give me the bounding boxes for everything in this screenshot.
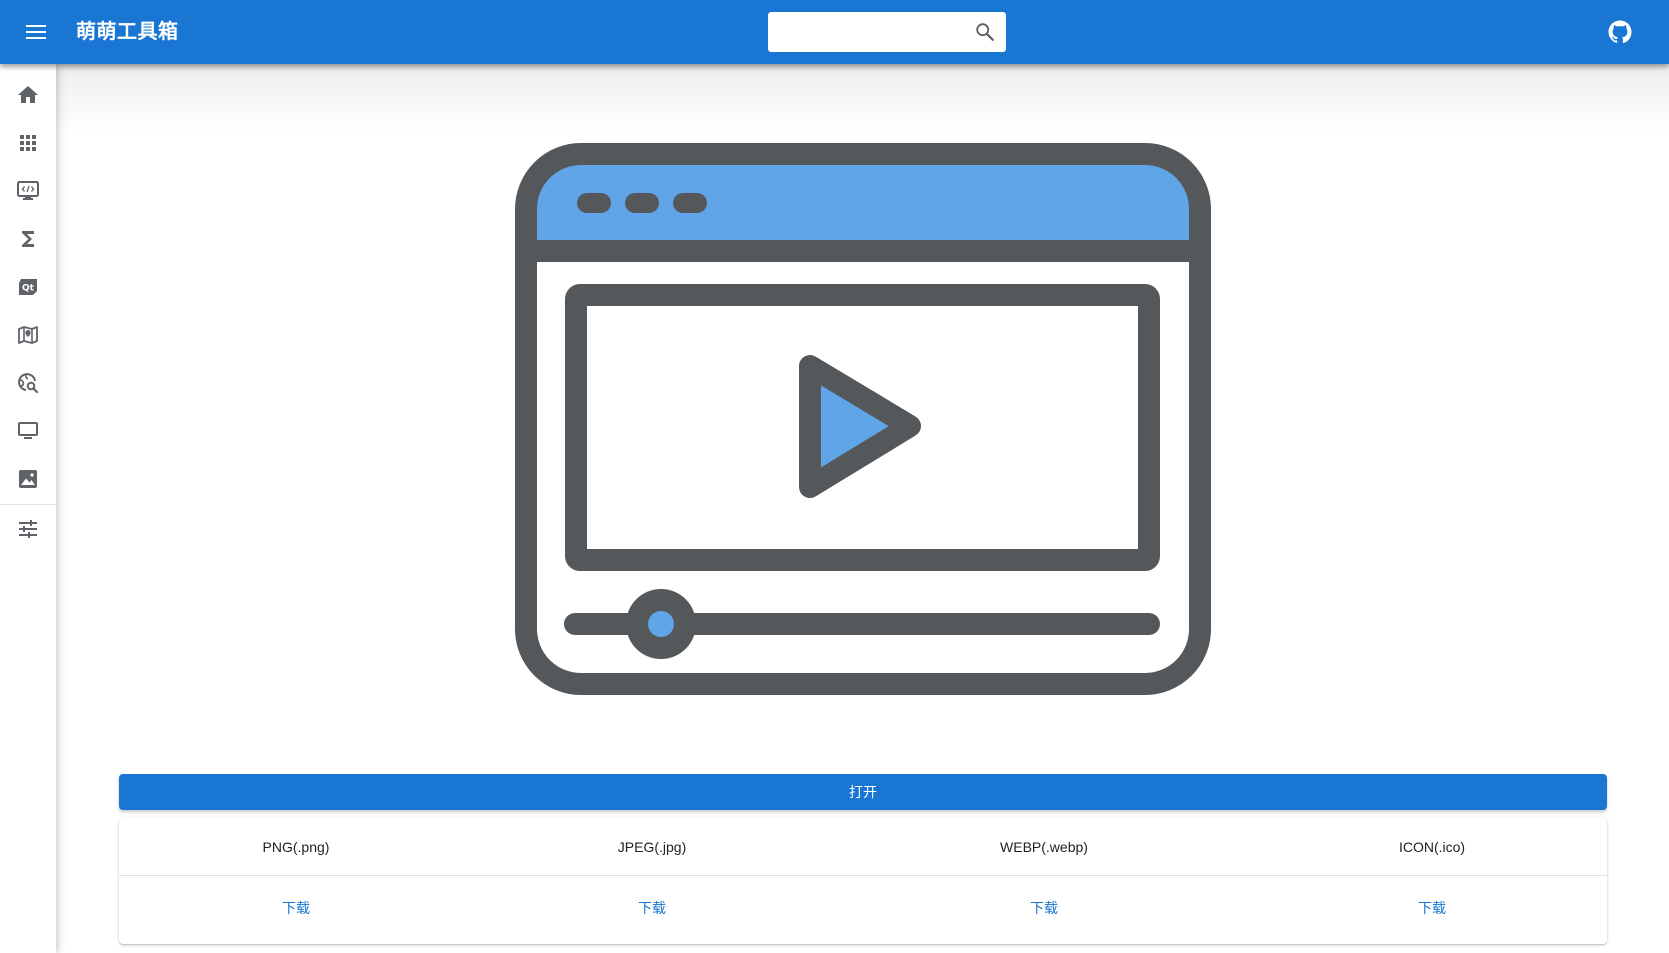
open-button[interactable]: 打开 xyxy=(119,774,1607,810)
format-header-icon: ICON(.ico) xyxy=(1398,838,1466,855)
search-box xyxy=(768,12,1006,52)
menu-icon xyxy=(26,25,46,39)
video-player-illustration xyxy=(515,143,1211,695)
app-bar: 萌萌工具箱 xyxy=(0,0,1669,64)
monitor-icon xyxy=(18,422,38,439)
table-cell: 下载 xyxy=(831,876,1257,940)
code-monitor-icon xyxy=(17,181,39,200)
format-header-jpeg: JPEG(.jpg) xyxy=(617,838,687,855)
apps-grid-icon xyxy=(20,135,36,151)
table-cell: 下载 xyxy=(473,876,831,940)
download-jpeg-link[interactable]: 下载 xyxy=(638,898,666,918)
table-cell: 下载 xyxy=(1257,876,1607,940)
sidebar-item-image[interactable] xyxy=(0,455,56,503)
image-icon xyxy=(19,470,37,488)
app-title: 萌萌工具箱 xyxy=(76,21,179,43)
search-icon[interactable] xyxy=(974,21,996,43)
sidebar: Qt xyxy=(0,64,56,953)
sigma-icon xyxy=(22,231,34,247)
search-input[interactable] xyxy=(768,12,968,52)
sidebar-item-web-search[interactable] xyxy=(0,359,56,407)
menu-button[interactable] xyxy=(20,20,52,44)
github-icon[interactable] xyxy=(1608,20,1632,44)
download-png-link[interactable]: 下载 xyxy=(282,898,310,918)
tune-icon xyxy=(19,520,37,538)
home-icon xyxy=(18,86,38,103)
sidebar-item-map[interactable] xyxy=(0,311,56,359)
download-webp-link[interactable]: 下载 xyxy=(1030,898,1058,918)
format-table: PNG(.png) JPEG(.jpg) WEBP(.webp) ICON(.i… xyxy=(119,818,1607,944)
table-row: 下载 下载 下载 下载 xyxy=(119,876,1607,940)
download-icon-link[interactable]: 下载 xyxy=(1418,898,1446,918)
svg-text:Qt: Qt xyxy=(22,284,35,294)
format-header-png: PNG(.png) xyxy=(262,838,330,855)
sidebar-item-apps[interactable] xyxy=(0,119,56,167)
web-search-icon xyxy=(18,373,39,394)
header-shadow xyxy=(56,64,1669,134)
sidebar-item-monitor[interactable] xyxy=(0,407,56,455)
format-header-webp: WEBP(.webp) xyxy=(1000,838,1088,855)
sidebar-item-qt[interactable]: Qt xyxy=(0,263,56,311)
table-header-row: PNG(.png) JPEG(.jpg) WEBP(.webp) ICON(.i… xyxy=(119,818,1607,876)
qt-icon: Qt xyxy=(19,279,37,295)
map-marker-icon xyxy=(18,326,38,344)
sidebar-item-settings[interactable] xyxy=(0,505,56,553)
sidebar-item-home[interactable] xyxy=(0,71,56,119)
sidebar-item-math[interactable] xyxy=(0,215,56,263)
table-cell: 下载 xyxy=(119,876,473,940)
sidebar-item-code[interactable] xyxy=(0,167,56,215)
